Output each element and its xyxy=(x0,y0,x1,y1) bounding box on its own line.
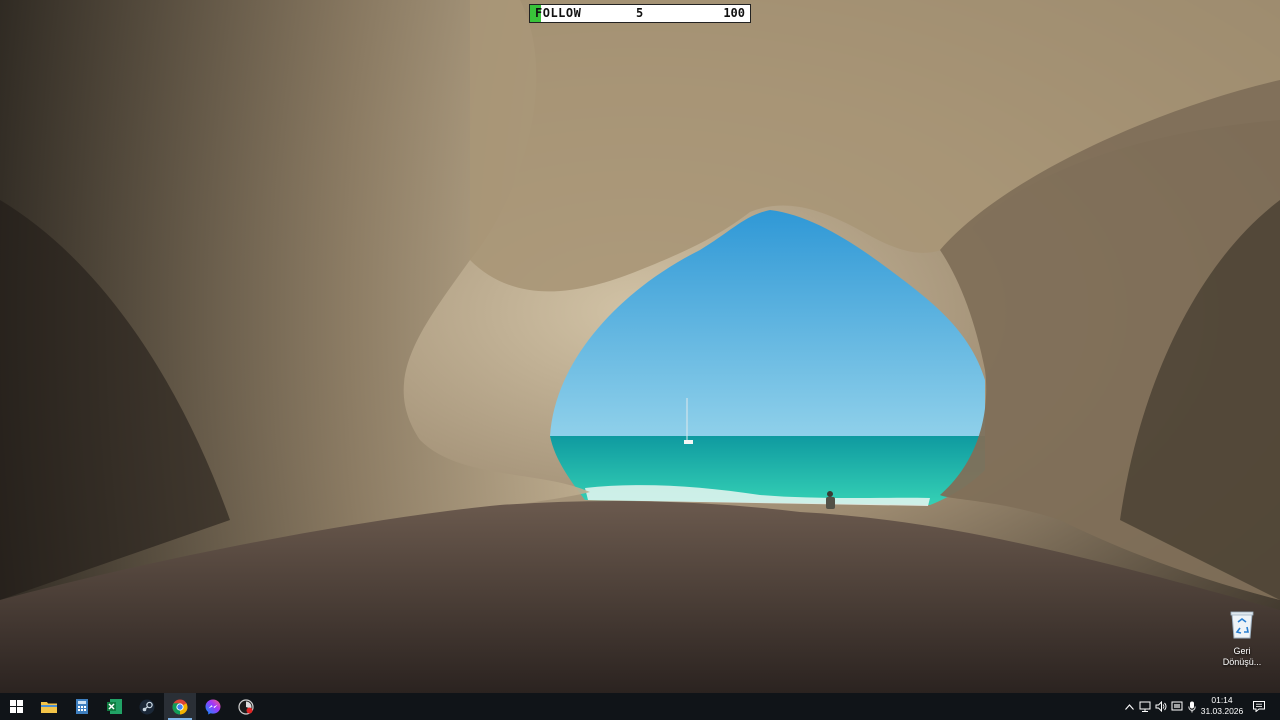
tray-overflow-button[interactable] xyxy=(1122,693,1136,720)
network-icon xyxy=(1139,701,1151,712)
record-app-icon xyxy=(238,698,254,715)
microphone-icon xyxy=(1188,701,1196,712)
desktop-icon-recycle-bin[interactable]: Geri Dönüşü... xyxy=(1214,608,1270,668)
chrome-icon xyxy=(172,699,188,714)
desktop-icon-label-line2: Dönüşü... xyxy=(1222,657,1262,667)
messenger-icon xyxy=(205,699,221,714)
taskbar-chrome[interactable] xyxy=(164,693,196,720)
taskbar-messenger[interactable] xyxy=(197,693,229,720)
taskbar-steam[interactable] xyxy=(131,693,163,720)
notification-icon xyxy=(1253,701,1265,712)
excel-icon xyxy=(106,699,122,714)
folder-icon xyxy=(41,702,57,713)
taskbar-excel[interactable] xyxy=(98,693,130,720)
taskbar-clock[interactable]: 01:14 31.03.2026 xyxy=(1196,695,1248,717)
tray-network[interactable] xyxy=(1137,693,1153,720)
calculator-icon xyxy=(76,699,88,714)
display-icon xyxy=(1171,701,1183,711)
follow-goal-bar: FOLLOW 5 100 xyxy=(529,4,751,23)
tray-volume[interactable] xyxy=(1153,693,1169,720)
clock-time: 01:14 xyxy=(1211,695,1233,705)
chevron-up-icon xyxy=(1124,703,1134,710)
action-center-button[interactable] xyxy=(1250,693,1268,720)
taskbar-recorder-app[interactable] xyxy=(230,693,262,720)
steam-icon xyxy=(139,699,155,714)
volume-icon xyxy=(1155,701,1167,712)
taskbar-calculator[interactable] xyxy=(66,693,98,720)
windows-logo-icon xyxy=(9,700,23,713)
follow-goal-current: 5 xyxy=(636,6,644,20)
desktop-icon-label-line1: Geri xyxy=(1233,646,1251,656)
follow-goal-target: 100 xyxy=(723,6,745,20)
clock-date: 31.03.2026 xyxy=(1200,706,1244,716)
desktop-wallpaper xyxy=(0,0,1280,693)
taskbar-file-explorer[interactable] xyxy=(33,693,65,720)
recycle-bin-icon xyxy=(1228,610,1256,640)
taskbar: 01:14 31.03.2026 xyxy=(0,693,1280,720)
start-button[interactable] xyxy=(0,693,32,720)
tray-display[interactable] xyxy=(1169,693,1185,720)
follow-goal-label: FOLLOW xyxy=(535,6,582,20)
